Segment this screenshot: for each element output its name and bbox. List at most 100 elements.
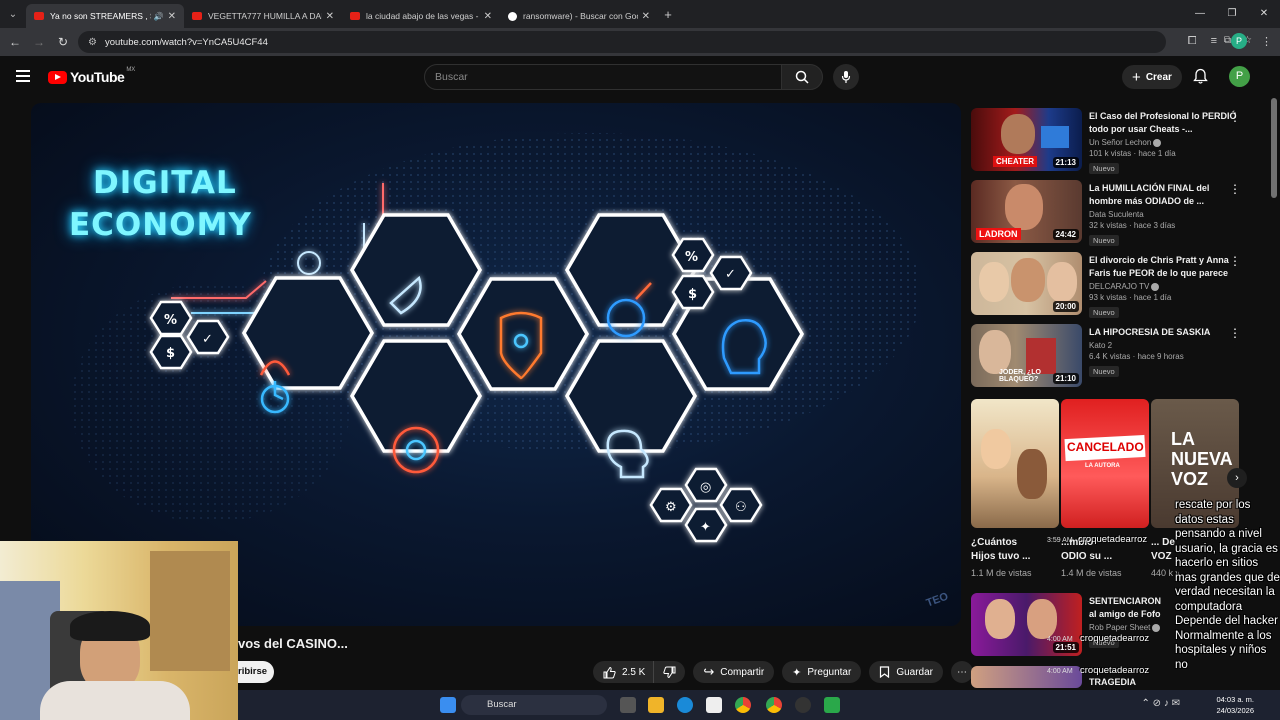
tab-title: Ya no son STREAMERS , So [50,11,151,21]
system-tray-icons[interactable]: ⌃ ⊘ ♪ ✉ [1142,698,1180,709]
share-label: Compartir [720,666,765,678]
more-options-icon[interactable]: ⋮ [1229,254,1241,268]
hamburger-menu-icon[interactable] [16,70,30,82]
close-window-icon[interactable]: ✕ [1248,0,1280,28]
extensions-icon[interactable]: ⧠ [1188,35,1197,48]
page-scrollbar[interactable] [1271,98,1277,198]
chat-timestamp: 4:00 AM [1047,636,1073,643]
forward-icon[interactable]: → [27,35,51,49]
reload-icon[interactable]: ↻ [51,35,75,49]
maximize-icon[interactable]: ❐ [1216,0,1248,28]
recommendation-item[interactable]: CHEATER 21:13 El Caso del Profesional lo… [971,108,1261,174]
browser-tab-4[interactable]: ransomware) - Buscar con Goo ✕ [500,4,658,28]
channel-name[interactable]: Rob Paper Sheet [1089,623,1150,632]
voice-search-button[interactable] [833,64,859,90]
video-duration: 21:51 [1052,642,1079,653]
recommendation-item[interactable]: 20:00 El divorcio de Chris Pratt y Anna … [971,252,1261,318]
recommendation-thumbnail[interactable]: JODER, ¿LO BLAQUEO? 21:10 [971,324,1082,387]
browser-tab-2[interactable]: VEGETTA777 HUMILLA A DALA ✕ [184,4,342,28]
channel-name[interactable]: Un Señor Lechon [1089,138,1151,147]
account-avatar[interactable]: P [1229,66,1250,87]
tab-title: ransomware) - Buscar con Goo [523,11,638,21]
recommendation-title[interactable]: El Caso del Profesional lo PERDIÓ todo p… [1089,110,1237,136]
recommendation-title[interactable]: LA HIPOCRESIA DE SASKIA [1089,326,1237,339]
tab-title: la ciudad abajo de las vegas - Y [366,11,480,21]
notifications-bell-icon[interactable] [1193,68,1208,90]
browser-profile-avatar[interactable]: P [1231,33,1247,49]
recommendation-item[interactable]: LADRON 24:42 La HUMILLACIÓN FINAL del ho… [971,180,1261,246]
recommendation-title[interactable]: TRAGEDIA [1089,676,1237,688]
obs-icon[interactable] [795,697,811,713]
webcam-overlay [0,541,238,720]
more-options-icon[interactable]: ⋮ [1229,182,1241,196]
ask-label: Preguntar [807,666,852,678]
more-options-icon[interactable]: ⋮ [1229,326,1241,340]
app-icon[interactable] [824,697,840,713]
ask-button[interactable]: ✦ Preguntar [782,661,862,683]
recommendation-title[interactable]: SENTENCIARON al amigo de Fofo Márquez... [1089,595,1169,621]
recommendation-title[interactable]: La HUMILLACIÓN FINAL del hombre más ODIA… [1089,182,1237,208]
task-view-icon[interactable] [620,697,636,713]
thumbnail-label: LADRON [976,228,1021,240]
more-options-icon[interactable]: ⋮ [1229,110,1241,124]
browser-tab-bar: ⌄ Ya no son STREAMERS , So 🔊 ✕ VEGETTA77… [0,0,1280,28]
search-icon [795,70,809,84]
clock-date: 24/03/2026 [1216,706,1254,715]
minimize-icon[interactable]: — [1184,0,1216,28]
video-meta: 6.4 K vistas · hace 9 horas [1089,352,1184,361]
close-tab-icon[interactable]: ✕ [642,11,650,22]
store-icon[interactable] [706,697,722,713]
media-controls-icon[interactable]: ≡ [1211,35,1217,47]
channel-name[interactable]: DELCARAJO TV [1089,282,1149,291]
recommendation-thumbnail[interactable]: LADRON 24:42 [971,180,1082,243]
back-icon[interactable]: ← [3,35,27,49]
dislike-button[interactable] [653,661,686,683]
taskbar-clock[interactable]: 04:03 a. m. 24/03/2026 [1216,694,1254,716]
channel-name[interactable]: Kato 2 [1089,341,1112,350]
search-input[interactable]: Buscar [424,64,782,90]
new-badge: Nuevo [1089,163,1119,174]
svg-text:%: % [164,313,177,328]
recommendation-thumbnail[interactable]: 21:51 [971,593,1082,656]
taskbar-search[interactable]: Buscar [461,695,607,715]
recommendation-title[interactable]: El divorcio de Chris Pratt y Anna Faris … [1089,254,1237,280]
browser-tab-1[interactable]: Ya no son STREAMERS , So 🔊 ✕ [26,4,184,28]
recommendation-item[interactable]: JODER, ¿LO BLAQUEO? 21:10 LA HIPOCRESIA … [971,324,1261,388]
audio-icon[interactable]: 🔊 [154,12,164,21]
recommendation-thumbnail[interactable]: 20:00 [971,252,1082,315]
short-views: 1.1 M de vistas [971,568,1032,578]
search-button[interactable] [781,64,823,90]
close-tab-icon[interactable]: ✕ [484,11,492,22]
short-thumbnail[interactable]: CANCELADO LA AUTORA [1061,399,1149,528]
youtube-logo[interactable]: YouTube MX [48,67,135,85]
start-windows-icon[interactable] [440,697,456,713]
channel-name[interactable]: Data Suculenta [1089,210,1144,219]
browser-tab-3[interactable]: la ciudad abajo de las vegas - Y ✕ [342,4,500,28]
new-tab-button[interactable]: + [658,7,678,22]
save-button[interactable]: Guardar [869,661,943,683]
chrome-active-icon[interactable] [766,697,782,713]
url-field[interactable]: ⚙ youtube.com/watch?v=YnCA5U4CF44 ⧉ ☆ [78,31,1252,53]
like-button[interactable]: 2.5 K [593,661,654,683]
create-button[interactable]: + Crear [1122,65,1182,89]
svg-text:$: $ [688,287,697,302]
edge-browser-icon[interactable] [677,697,693,713]
share-button[interactable]: ↪ Compartir [693,661,775,683]
create-label: Crear [1145,71,1172,83]
short-thumbnail[interactable] [971,399,1059,528]
video-duration: 21:10 [1052,373,1079,384]
browser-menu-icon[interactable]: ⋮ [1261,35,1272,48]
tab-search-chevron-icon[interactable]: ⌄ [0,0,26,28]
close-tab-icon[interactable]: ✕ [326,11,334,22]
shorts-next-arrow-icon[interactable]: › [1227,468,1247,488]
short-title[interactable]: ¿Cuántos Hijos tuvo ... [971,536,1031,564]
chrome-icon[interactable] [735,697,751,713]
more-actions-button[interactable]: ⋯ [951,661,973,683]
recommendation-thumbnail[interactable]: CHEATER 21:13 [971,108,1082,171]
site-info-icon[interactable]: ⚙ [88,37,97,48]
chat-username: croquetadearroz [1080,665,1150,676]
file-explorer-icon[interactable] [648,697,664,713]
youtube-favicon-icon [350,12,360,20]
close-tab-icon[interactable]: ✕ [168,11,176,22]
windows-taskbar: Buscar ⌃ ⊘ ♪ ✉ 04:03 a. m. 24/03/2026 [238,690,1280,720]
